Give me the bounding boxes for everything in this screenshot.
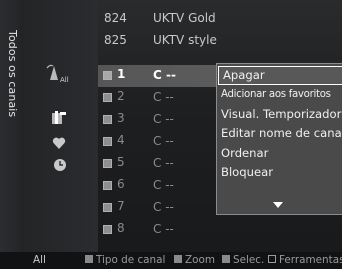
category-icon-column: All [20,0,98,252]
channel-number: 4 [117,133,125,147]
menu-item-ordenar[interactable]: Ordenar [217,144,342,163]
menu-item-editar-nome[interactable]: Editar nome de canal [217,124,342,143]
side-tab: Todos os canais [0,0,20,252]
channel-list-screen: Todos os canais All 824 UKTV Gold 825 UK… [0,0,342,269]
tools-icon [268,255,276,263]
legend-zoom: Zoom [174,254,215,266]
add-favorite-icon[interactable] [51,110,67,126]
svg-text:All: All [60,76,69,84]
color-button-icon [174,255,182,263]
heart-icon[interactable] [52,136,66,150]
legend-selec: Selec. [222,254,264,266]
channel-name: C -- [153,222,174,236]
tv-channel-icon [103,159,112,168]
channel-number: 3 [117,111,125,125]
channel-number: 1 [117,67,126,81]
tv-channel-icon [103,93,112,102]
channel-number: 6 [117,177,125,191]
menu-item-apagar[interactable]: Apagar [218,66,342,86]
channel-number: 7 [117,199,125,213]
tv-channel-icon [103,203,112,212]
menu-item-bloquear[interactable]: Bloquear [217,163,342,182]
channel-number: 2 [117,89,125,103]
menu-item-adicionar-favoritos[interactable]: Adicionar aos favoritos [217,85,342,104]
list-item[interactable]: 825 UKTV style [98,30,342,52]
legend-ferramentas: Ferramentas [268,254,342,266]
tv-channel-icon [103,115,112,124]
channel-name: UKTV style [153,33,217,47]
color-button-icon [222,255,230,263]
color-button-icon [85,255,93,263]
menu-item-visual-temporizador[interactable]: Visual. Temporizador [217,105,342,124]
all-label: All [33,254,46,266]
tv-channel-icon [103,71,112,80]
tv-channel-icon [103,181,112,190]
tools-popup-menu: Apagar Adicionar aos favoritos Visual. T… [216,63,342,215]
clock-icon[interactable] [53,158,67,172]
list-item[interactable]: 8 C -- [98,219,342,241]
tv-channel-icon [103,137,112,146]
list-item[interactable]: 824 UKTV Gold [98,8,342,30]
antenna-all-icon[interactable]: All [44,62,76,84]
channel-name: UKTV Gold [153,11,216,25]
channel-number: 5 [117,155,125,169]
scroll-down-icon[interactable] [273,202,283,208]
bottom-help-bar: All Tipo de canal Zoom Selec. Ferramenta… [0,252,342,269]
channel-number: 8 [117,221,125,235]
channel-number: 824 [104,11,127,25]
legend-tipo-de-canal: Tipo de canal [85,254,165,266]
side-title: Todos os canais [6,30,19,118]
channel-number: 825 [104,33,127,47]
tv-channel-icon [103,225,112,234]
